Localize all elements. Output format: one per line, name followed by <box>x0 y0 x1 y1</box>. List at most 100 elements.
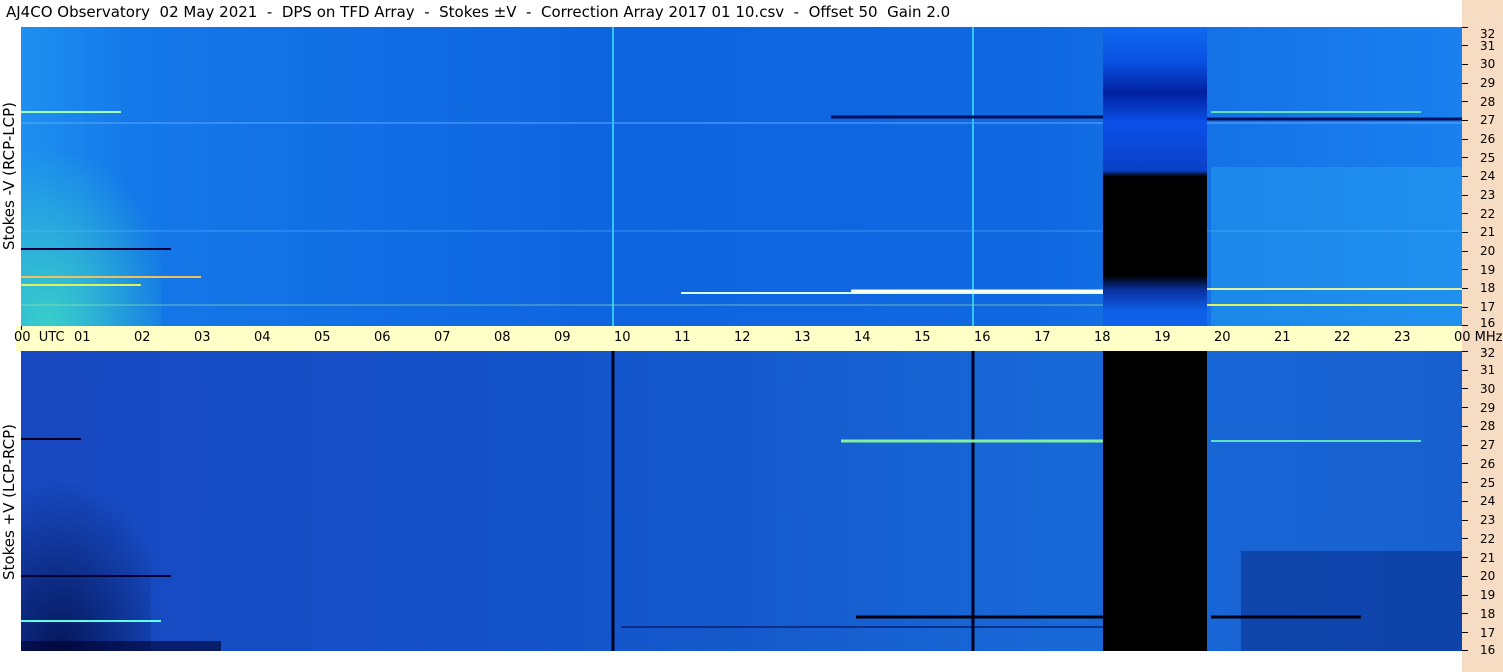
freq-label-24: 24 <box>1480 494 1496 508</box>
freq-label-17: 17 <box>1480 300 1496 314</box>
freq-label-26: 26 <box>1480 457 1496 471</box>
freq-label-17: 17 <box>1480 626 1496 640</box>
time-label-05: 05 <box>314 330 331 345</box>
freq-tick <box>1462 157 1468 158</box>
freq-tick <box>1462 407 1468 408</box>
freq-label-29: 29 <box>1480 76 1496 90</box>
freq-tick <box>1462 463 1468 464</box>
freq-tick <box>1462 307 1468 308</box>
freq-tick <box>1462 45 1468 46</box>
time-label-13: 13 <box>794 330 811 345</box>
freq-tick <box>1462 325 1468 326</box>
freq-tick <box>1462 195 1468 196</box>
freq-tick <box>1462 232 1468 233</box>
bottom-panel-label: Stokes +V (LCP-RCP) <box>0 424 18 580</box>
freq-tick <box>1462 632 1468 633</box>
freq-label-20: 20 <box>1480 244 1496 258</box>
freq-tick <box>1462 139 1468 140</box>
time-label-03: 03 <box>194 330 211 345</box>
freq-label-31: 31 <box>1480 363 1496 377</box>
freq-label-19: 19 <box>1480 588 1496 602</box>
freq-tick <box>1462 251 1468 252</box>
time-label-09: 09 <box>554 330 571 345</box>
freq-tick <box>1462 650 1468 651</box>
spectrogram-top-svg <box>21 27 1462 326</box>
freq-tick <box>1462 557 1468 558</box>
time-label-16: 16 <box>974 330 991 345</box>
freq-label-30: 30 <box>1480 382 1496 396</box>
time-label-19: 19 <box>1154 330 1171 345</box>
time-label-21: 21 <box>1274 330 1291 345</box>
freq-label-26: 26 <box>1480 132 1496 146</box>
time-label-06: 06 <box>374 330 391 345</box>
time-label-18: 18 <box>1094 330 1111 345</box>
time-label-17: 17 <box>1034 330 1051 345</box>
freq-label-28: 28 <box>1480 419 1496 433</box>
freq-tick <box>1462 213 1468 214</box>
freq-tick <box>1462 120 1468 121</box>
top-panel-label: Stokes -V (RCP-LCP) <box>0 102 18 250</box>
freq-label-28: 28 <box>1480 95 1496 109</box>
freq-label-19: 19 <box>1480 263 1496 277</box>
freq-tick <box>1462 370 1468 371</box>
freq-label-32: 32 <box>1480 346 1496 360</box>
frequency-axis-bottom: 32 31 30 29 28 27 26 25 24 23 22 21 20 1… <box>1462 347 1503 656</box>
freq-label-22: 22 <box>1480 207 1496 221</box>
time-label-15: 15 <box>914 330 931 345</box>
freq-label-30: 30 <box>1480 57 1496 71</box>
freq-tick <box>1462 482 1468 483</box>
spectrogram-bottom-svg <box>21 351 1462 651</box>
freq-tick <box>1462 288 1468 289</box>
time-label-23: 23 <box>1394 330 1411 345</box>
time-label-14: 14 <box>854 330 871 345</box>
freq-tick <box>1462 269 1468 270</box>
freq-label-29: 29 <box>1480 401 1496 415</box>
time-label-08: 08 <box>494 330 511 345</box>
time-label-11: 11 <box>674 330 691 345</box>
freq-tick <box>1462 83 1468 84</box>
freq-label-21: 21 <box>1480 225 1496 239</box>
spectrogram-top <box>21 27 1462 326</box>
time-label-12: 12 <box>734 330 751 345</box>
freq-tick <box>1462 445 1468 446</box>
freq-label-23: 23 <box>1480 188 1496 202</box>
freq-tick <box>1462 27 1468 28</box>
time-label-24: 00 MHz <box>1454 330 1503 345</box>
spectrogram-bottom <box>21 351 1462 651</box>
time-label-10: 10 <box>614 330 631 345</box>
freq-tick <box>1462 426 1468 427</box>
freq-label-24: 24 <box>1480 169 1496 183</box>
freq-label-25: 25 <box>1480 476 1496 490</box>
freq-label-21: 21 <box>1480 551 1496 565</box>
freq-label-22: 22 <box>1480 532 1496 546</box>
freq-label-31: 31 <box>1480 39 1496 53</box>
time-label-04: 04 <box>254 330 271 345</box>
freq-tick <box>1462 388 1468 389</box>
freq-label-18: 18 <box>1480 281 1496 295</box>
freq-tick <box>1462 595 1468 596</box>
time-label-20: 20 <box>1214 330 1231 345</box>
freq-tick <box>1462 351 1468 352</box>
time-axis: 00 UTC 01 02 03 04 05 06 07 08 09 10 11 … <box>14 326 1503 351</box>
freq-label-20: 20 <box>1480 569 1496 583</box>
freq-label-27: 27 <box>1480 438 1496 452</box>
freq-tick <box>1462 538 1468 539</box>
freq-tick <box>1462 520 1468 521</box>
freq-label-16: 16 <box>1480 316 1496 330</box>
freq-tick <box>1462 576 1468 577</box>
frequency-axis-top: 32 31 30 29 28 27 26 25 24 23 22 21 20 1… <box>1462 27 1503 330</box>
time-label-02: 02 <box>134 330 151 345</box>
freq-label-25: 25 <box>1480 151 1496 165</box>
time-label-22: 22 <box>1334 330 1351 345</box>
freq-tick <box>1462 64 1468 65</box>
freq-tick <box>1462 101 1468 102</box>
freq-tick <box>1462 501 1468 502</box>
chart-title: AJ4CO Observatory 02 May 2021 - DPS on T… <box>6 3 951 21</box>
time-label-01: 01 <box>74 330 91 345</box>
time-label-00: 00 UTC <box>14 330 65 345</box>
freq-tick <box>1462 176 1468 177</box>
freq-label-18: 18 <box>1480 607 1496 621</box>
freq-label-16: 16 <box>1480 643 1496 657</box>
freq-label-27: 27 <box>1480 113 1496 127</box>
freq-tick <box>1462 613 1468 614</box>
